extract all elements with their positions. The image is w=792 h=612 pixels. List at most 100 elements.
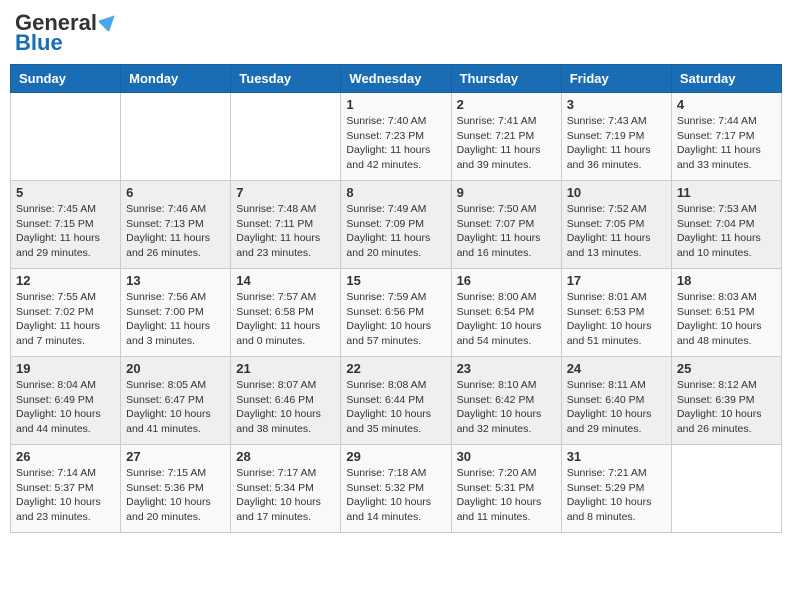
day-info: Sunrise: 7:18 AMSunset: 5:32 PMDaylight:… bbox=[346, 466, 445, 525]
day-cell: 22Sunrise: 8:08 AMSunset: 6:44 PMDayligh… bbox=[341, 357, 451, 445]
day-info-line: Sunset: 5:34 PM bbox=[236, 482, 314, 494]
day-info-line: and 38 minutes. bbox=[236, 423, 311, 435]
day-cell: 17Sunrise: 8:01 AMSunset: 6:53 PMDayligh… bbox=[561, 269, 671, 357]
day-info-line: and 42 minutes. bbox=[346, 159, 421, 171]
day-info-line: Sunset: 6:56 PM bbox=[346, 306, 424, 318]
day-number: 25 bbox=[677, 361, 776, 376]
day-info-line: Daylight: 11 hours bbox=[236, 232, 320, 244]
week-row-5: 26Sunrise: 7:14 AMSunset: 5:37 PMDayligh… bbox=[11, 445, 782, 533]
day-cell: 8Sunrise: 7:49 AMSunset: 7:09 PMDaylight… bbox=[341, 181, 451, 269]
day-number: 6 bbox=[126, 185, 225, 200]
day-info-line: and 11 minutes. bbox=[457, 511, 531, 523]
day-number: 28 bbox=[236, 449, 335, 464]
day-info-line: and 7 minutes. bbox=[16, 335, 85, 347]
day-info-line: Sunrise: 7:56 AM bbox=[126, 291, 206, 303]
day-cell: 14 Sunrise: 7:57 AMSunset: 6:58 PMDayligh… bbox=[231, 269, 341, 357]
day-info: Sunrise: 7:57 AMSunset: 6:58 PMDaylight:… bbox=[236, 290, 335, 349]
day-number: 22 bbox=[346, 361, 445, 376]
day-info: Sunrise: 7:43 AMSunset: 7:19 PMDaylight:… bbox=[567, 114, 666, 173]
day-number: 10 bbox=[567, 185, 666, 200]
day-info-line: Sunrise: 8:00 AM bbox=[457, 291, 537, 303]
day-info-line: Sunrise: 8:07 AM bbox=[236, 379, 316, 391]
day-info-line: Sunset: 6:44 PM bbox=[346, 394, 424, 406]
day-cell: 1 Sunrise: 7:40 AMSunset: 7:23 PMDaylight… bbox=[341, 93, 451, 181]
day-info-line: Sunrise: 8:01 AM bbox=[567, 291, 647, 303]
day-info-line: Sunset: 6:58 PM bbox=[236, 306, 314, 318]
weekday-thursday: Thursday bbox=[451, 65, 561, 93]
day-info-line: Daylight: 10 hours bbox=[457, 320, 542, 332]
day-info-line: Sunrise: 7:46 AM bbox=[126, 203, 206, 215]
day-cell: 7Sunrise: 7:48 AMSunset: 7:11 PMDaylight… bbox=[231, 181, 341, 269]
day-info-line: Sunrise: 7:44 AM bbox=[677, 115, 757, 127]
day-info: Sunrise: 7:49 AMSunset: 7:09 PMDaylight:… bbox=[346, 202, 445, 261]
day-info-line: Sunset: 6:51 PM bbox=[677, 306, 755, 318]
day-cell: 29Sunrise: 7:18 AMSunset: 5:32 PMDayligh… bbox=[341, 445, 451, 533]
day-number: 4 bbox=[677, 97, 776, 112]
day-info-line: and 39 minutes. bbox=[457, 159, 532, 171]
day-info-line: and 17 minutes. bbox=[236, 511, 311, 523]
day-info-line: Sunset: 6:47 PM bbox=[126, 394, 204, 406]
day-cell: 3Sunrise: 7:43 AMSunset: 7:19 PMDaylight… bbox=[561, 93, 671, 181]
day-number: 17 bbox=[567, 273, 666, 288]
day-info: Sunrise: 7:56 AMSunset: 7:00 PMDaylight:… bbox=[126, 290, 225, 349]
day-info-line: Daylight: 11 hours bbox=[567, 144, 651, 156]
day-info-line: Sunrise: 8:08 AM bbox=[346, 379, 426, 391]
day-info-line: Daylight: 11 hours bbox=[346, 232, 430, 244]
day-number: 1 bbox=[346, 97, 445, 112]
day-info-line: Sunrise: 7:49 AM bbox=[346, 203, 426, 215]
day-info-line: Sunset: 5:31 PM bbox=[457, 482, 535, 494]
day-info-line: Sunrise: 7:15 AM bbox=[126, 467, 206, 479]
day-info-line: Sunrise: 8:12 AM bbox=[677, 379, 757, 391]
day-info-line: Daylight: 11 hours bbox=[567, 232, 651, 244]
day-number: 14 bbox=[236, 273, 335, 288]
day-number: 29 bbox=[346, 449, 445, 464]
day-info: Sunrise: 7:41 AMSunset: 7:21 PMDaylight:… bbox=[457, 114, 556, 173]
day-info: Sunrise: 7:59 AMSunset: 6:56 PMDaylight:… bbox=[346, 290, 445, 349]
day-number: 24 bbox=[567, 361, 666, 376]
day-info: Sunrise: 7:20 AM Sunset: 5:31 PM Daylight:… bbox=[457, 466, 556, 525]
day-info-line: Sunrise: 7:20 AM bbox=[457, 467, 537, 479]
weekday-wednesday: Wednesday bbox=[341, 65, 451, 93]
day-info-line: Daylight: 10 hours bbox=[677, 408, 762, 420]
week-row-1: 1 Sunrise: 7:40 AMSunset: 7:23 PMDaylight… bbox=[11, 93, 782, 181]
day-info-line: Sunrise: 8:10 AM bbox=[457, 379, 537, 391]
day-cell: 6Sunrise: 7:46 AMSunset: 7:13 PMDaylight… bbox=[121, 181, 231, 269]
day-info: Sunrise: 8:11 AMSunset: 6:40 PMDaylight:… bbox=[567, 378, 666, 437]
day-number: 9 bbox=[457, 185, 556, 200]
day-info-line: Daylight: 10 hours bbox=[457, 496, 542, 508]
day-info: Sunrise: 7:40 AMSunset: 7:23 PMDaylight:… bbox=[346, 114, 445, 173]
day-info-line: and 44 minutes. bbox=[16, 423, 91, 435]
day-info-line: and 14 minutes. bbox=[346, 511, 421, 523]
day-info-line: Daylight: 10 hours bbox=[346, 320, 431, 332]
day-cell: 28Sunrise: 7:17 AMSunset: 5:34 PMDayligh… bbox=[231, 445, 341, 533]
day-info-line: Sunrise: 7:52 AM bbox=[567, 203, 647, 215]
day-info-line: and 26 minutes. bbox=[677, 423, 752, 435]
day-info-line: Sunset: 6:40 PM bbox=[567, 394, 645, 406]
day-cell: 12Sunrise: 7:55 AMSunset: 7:02 PMDayligh… bbox=[11, 269, 121, 357]
day-info-line: Sunrise: 7:18 AM bbox=[346, 467, 426, 479]
day-info-line: and 41 minutes. bbox=[126, 423, 201, 435]
day-info-line: Daylight: 11 hours bbox=[677, 144, 761, 156]
day-info-line: Sunset: 6:46 PM bbox=[236, 394, 314, 406]
day-info-line: and 13 minutes. bbox=[567, 247, 642, 259]
day-info-line: Sunset: 5:32 PM bbox=[346, 482, 424, 494]
day-info-line: Daylight: 11 hours bbox=[236, 320, 320, 332]
day-cell: 2Sunrise: 7:41 AMSunset: 7:21 PMDaylight… bbox=[451, 93, 561, 181]
day-info-line: and 32 minutes. bbox=[457, 423, 532, 435]
day-number: 27 bbox=[126, 449, 225, 464]
day-info-line: and 16 minutes. bbox=[457, 247, 532, 259]
day-number: 13 bbox=[126, 273, 225, 288]
day-info-line: Daylight: 10 hours bbox=[567, 408, 652, 420]
day-number: 23 bbox=[457, 361, 556, 376]
day-info-line: Sunset: 7:02 PM bbox=[16, 306, 94, 318]
day-info: Sunrise: 7:44 AMSunset: 7:17 PMDaylight:… bbox=[677, 114, 776, 173]
day-info-line: and 26 minutes. bbox=[126, 247, 201, 259]
day-info-line: Sunset: 5:29 PM bbox=[567, 482, 645, 494]
day-info-line: Sunset: 7:19 PM bbox=[567, 130, 645, 142]
weekday-sunday: Sunday bbox=[11, 65, 121, 93]
day-cell: 23Sunrise: 8:10 AMSunset: 6:42 PMDayligh… bbox=[451, 357, 561, 445]
day-info-line: Sunset: 6:49 PM bbox=[16, 394, 94, 406]
day-info-line: Daylight: 11 hours bbox=[16, 320, 100, 332]
day-info-line: Daylight: 11 hours bbox=[457, 232, 541, 244]
day-info: Sunrise: 8:04 AMSunset: 6:49 PMDaylight:… bbox=[16, 378, 115, 437]
